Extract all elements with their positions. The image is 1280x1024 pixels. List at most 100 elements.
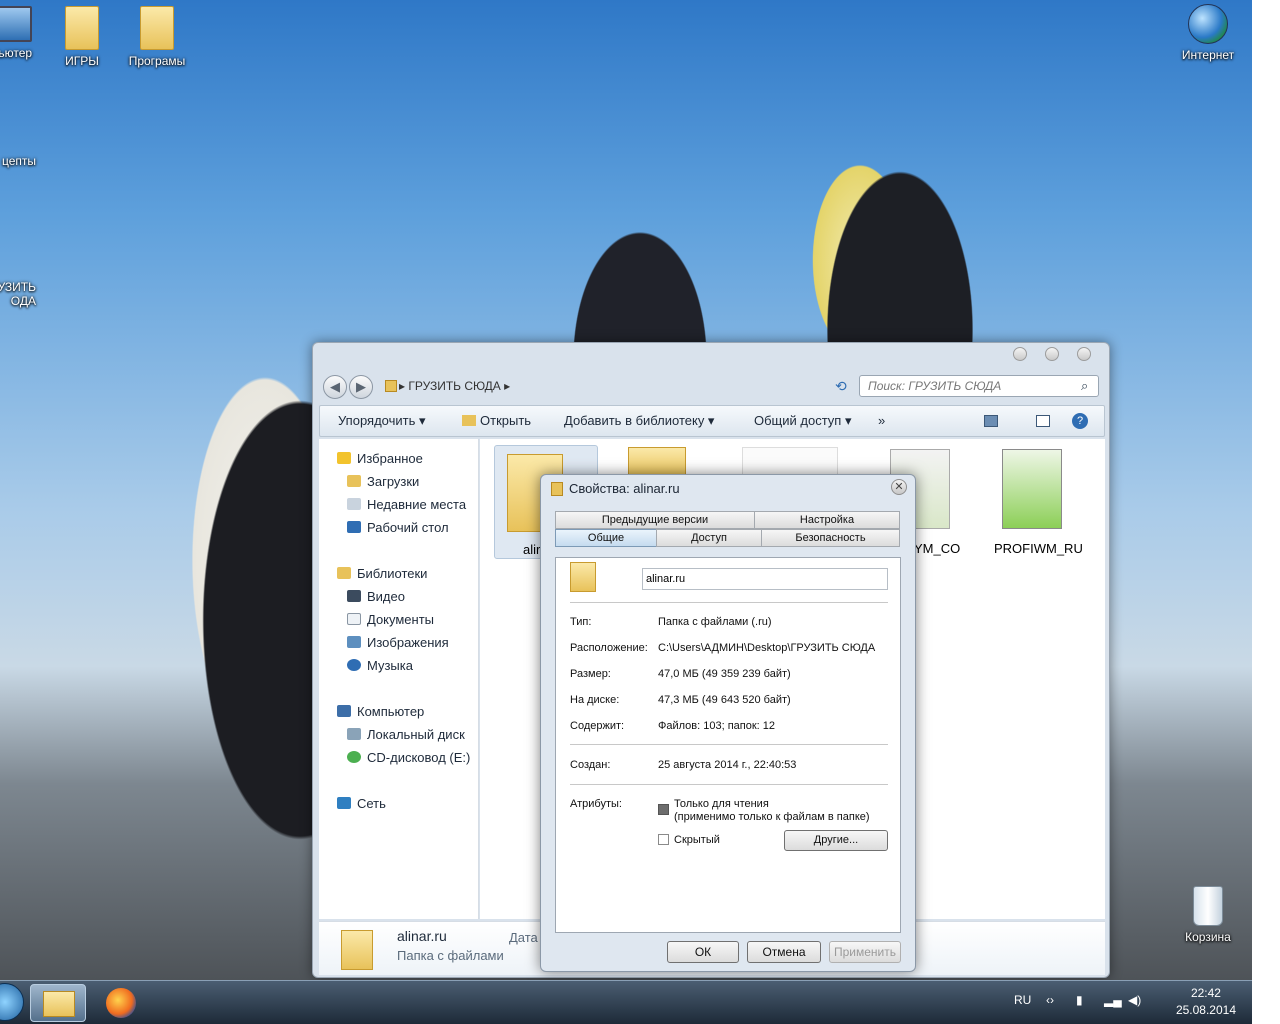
hard-drive-icon <box>347 728 361 740</box>
dialog-close-button[interactable]: ✕ <box>891 479 907 495</box>
tab-sharing[interactable]: Доступ <box>656 529 762 547</box>
minimize-button[interactable] <box>1013 347 1027 361</box>
language-indicator[interactable]: RU <box>1014 993 1031 1007</box>
taskbar-explorer-button[interactable] <box>30 984 86 1022</box>
apply-button[interactable]: Применить <box>829 941 901 963</box>
system-clock[interactable]: 22:42 25.08.2014 <box>1176 985 1236 1019</box>
size-on-disk-value: 47,3 МБ (49 643 520 байт) <box>658 694 791 706</box>
tab-previous-versions[interactable]: Предыдущие версии <box>555 511 755 529</box>
clock-time: 22:42 <box>1190 986 1221 1000</box>
details-date-label: Дата <box>509 930 538 945</box>
search-input[interactable]: Поиск: ГРУЗИТЬ СЮДА <box>859 375 1099 397</box>
back-button[interactable]: ◀ <box>323 375 347 399</box>
nav-downloads[interactable]: Загрузки <box>347 474 419 489</box>
desktop-icon-internet[interactable]: Интернет <box>1166 4 1250 62</box>
organize-button[interactable]: Упорядочить ▾ <box>338 413 426 429</box>
nav-network[interactable]: Сеть <box>337 796 386 811</box>
nav-local-disk[interactable]: Локальный диск <box>347 727 465 742</box>
breadcrumb[interactable]: ▸ ГРУЗИТЬ СЮДА ▸ <box>399 375 829 397</box>
nav-documents[interactable]: Документы <box>347 612 434 627</box>
help-icon[interactable]: ? <box>1072 413 1088 429</box>
desktop-icon-games[interactable]: ИГРЫ <box>40 6 124 68</box>
properties-dialog: Свойства: alinar.ru ✕ Предыдущие версии … <box>540 474 916 972</box>
nav-recent[interactable]: Недавние места <box>347 497 466 512</box>
file-item-profiwm-ru[interactable]: PROFIWM_RU <box>988 449 1088 563</box>
signal-icon[interactable]: ▂▄ <box>1104 993 1122 1007</box>
share-button[interactable]: Общий доступ ▾ <box>754 413 851 429</box>
cd-drive-icon <box>347 751 361 763</box>
ok-button[interactable]: ОК <box>667 941 739 963</box>
maximize-button[interactable] <box>1045 347 1059 361</box>
hidden-checkbox[interactable] <box>658 834 669 845</box>
more-commands-button[interactable]: » <box>878 413 885 428</box>
refresh-icon[interactable]: ⟲ <box>835 378 847 395</box>
separator <box>570 784 888 785</box>
network-icon <box>337 797 351 809</box>
readonly-checkbox[interactable] <box>658 804 669 815</box>
add-to-library-button[interactable]: Добавить в библиотеку ▾ <box>564 413 714 429</box>
type-label: Тип: <box>570 616 592 628</box>
nav-images[interactable]: Изображения <box>347 635 449 650</box>
created-value: 25 августа 2014 г., 22:40:53 <box>658 759 797 771</box>
location-label: Расположение: <box>570 642 648 654</box>
address-bar: ◀ ▶ ▸ ГРУЗИТЬ СЮДА ▸ ⟲ Поиск: ГРУЗИТЬ СЮ… <box>319 371 1105 401</box>
arrow-right-icon: ▶ <box>356 379 366 394</box>
contains-label: Содержит: <box>570 720 625 732</box>
cancel-button[interactable]: Отмена <box>747 941 821 963</box>
folder-name-input[interactable]: alinar.ru <box>642 568 888 590</box>
desktop-icon-upload-here[interactable]: УЗИТЬ ОДА <box>0 204 36 308</box>
details-name: alinar.ru <box>397 928 447 944</box>
details-type: Папка с файлами <box>397 948 504 963</box>
clock-date: 25.08.2014 <box>1175 1003 1236 1017</box>
nav-video[interactable]: Видео <box>347 589 405 604</box>
forward-button[interactable]: ▶ <box>349 375 373 399</box>
nav-desktop[interactable]: Рабочий стол <box>347 520 449 535</box>
tab-security[interactable]: Безопасность <box>761 529 900 547</box>
screen-edge <box>1252 0 1280 1024</box>
network-icon[interactable]: ▮ <box>1076 993 1083 1007</box>
view-options-icon[interactable] <box>984 415 998 427</box>
navigation-pane: Избранное Загрузки Недавние места Рабочи… <box>319 439 479 919</box>
readonly-note: (применимо только к файлам в папке) <box>674 811 870 823</box>
start-button[interactable] <box>0 983 24 1021</box>
nav-libraries[interactable]: Библиотеки <box>337 566 427 581</box>
size-label: Размер: <box>570 668 611 680</box>
music-icon <box>347 659 361 671</box>
arrow-left-icon: ◀ <box>330 379 340 394</box>
created-label: Создан: <box>570 759 611 771</box>
firefox-icon <box>106 988 136 1018</box>
desktop-icon-recipes[interactable]: цепты <box>0 106 36 168</box>
desktop-icon-programs[interactable]: Програмы <box>115 6 199 68</box>
contains-value: Файлов: 103; папок: 12 <box>658 720 776 732</box>
computer-icon <box>337 705 351 717</box>
recycle-bin-icon <box>1193 886 1223 926</box>
close-icon: ✕ <box>894 481 904 493</box>
tab-customize[interactable]: Настройка <box>754 511 900 529</box>
computer-icon <box>0 6 32 42</box>
readonly-label: Только для чтения <box>674 798 769 810</box>
nav-computer[interactable]: Компьютер <box>337 704 424 719</box>
close-button[interactable] <box>1077 347 1091 361</box>
action-center-icon[interactable]: ‹› <box>1046 993 1054 1007</box>
notepad-plus-icon <box>1002 449 1062 529</box>
library-icon <box>337 567 351 579</box>
desktop-icon-recycle-bin[interactable]: Корзина <box>1166 886 1250 944</box>
documents-icon <box>347 613 361 625</box>
nav-cd-drive[interactable]: CD-дисковод (E:) <box>347 750 470 765</box>
search-icon[interactable]: ⌕ <box>1081 378 1088 394</box>
advanced-attributes-button[interactable]: Другие... <box>784 830 888 851</box>
preview-pane-icon[interactable] <box>1036 415 1050 427</box>
file-item-blank[interactable] <box>742 447 838 477</box>
general-tab-panel: alinar.ru Тип: Папка с файлами (.ru) Рас… <box>555 557 901 933</box>
location-value: C:\Users\АДМИН\Desktop\ГРУЗИТЬ СЮДА <box>658 642 876 654</box>
taskbar-firefox-button[interactable] <box>94 984 150 1022</box>
volume-icon[interactable]: ◀) <box>1128 993 1141 1007</box>
tab-general[interactable]: Общие <box>555 529 657 547</box>
desktop-icon <box>347 521 361 533</box>
folder-icon <box>140 6 174 50</box>
images-icon <box>347 636 361 648</box>
open-button[interactable]: Открыть <box>462 413 531 428</box>
file-item-folder[interactable] <box>628 447 686 477</box>
nav-music[interactable]: Музыка <box>347 658 413 673</box>
nav-favorites[interactable]: Избранное <box>337 451 423 466</box>
